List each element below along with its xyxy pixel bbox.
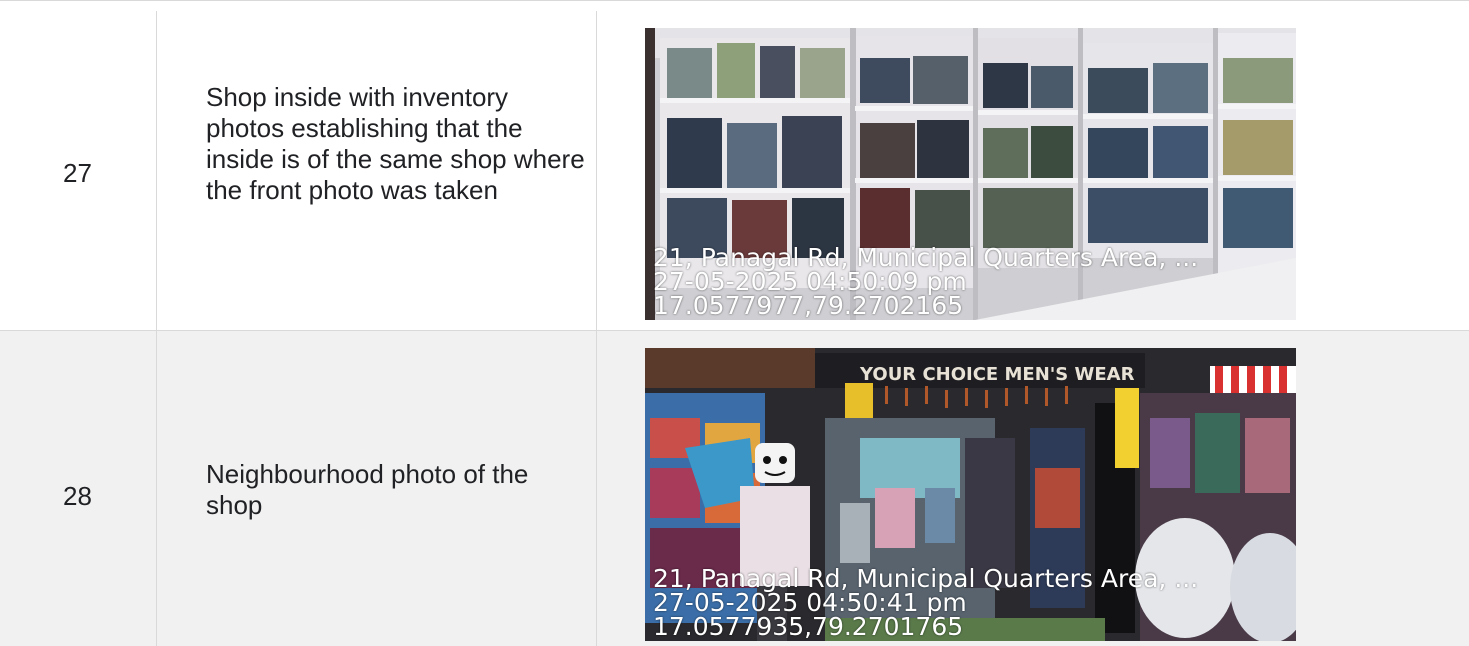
shop-neighbourhood-photo: YOUR CHOICE MEN'S WEAR 21, Panagal Rd, M… [645, 348, 1296, 641]
row-number-cell: 27 [0, 11, 157, 330]
evidence-table: 27 Shop inside with inventory photos est… [0, 0, 1469, 646]
shop-sign-text: YOUR CHOICE MEN'S WEAR [859, 364, 1135, 385]
description-cell: Shop inside with inventory photos establ… [157, 11, 597, 330]
shop-inside-photo: 21, Panagal Rd, Municipal Quarters Area,… [645, 28, 1296, 320]
row-number: 27 [63, 158, 92, 188]
stamp-coordinates: 17.0577935,79.2701765 [653, 612, 964, 641]
row-number: 28 [63, 481, 92, 511]
photo-cell: YOUR CHOICE MEN'S WEAR 21, Panagal Rd, M… [597, 331, 1469, 646]
photo-geo-stamp: 21, Panagal Rd, Municipal Quarters Area,… [653, 566, 1198, 641]
photo-cell: 21, Panagal Rd, Municipal Quarters Area,… [597, 11, 1469, 330]
row-description: Shop inside with inventory photos establ… [206, 82, 585, 205]
description-cell: Neighbourhood photo of the shop [157, 331, 597, 646]
row-number-cell: 28 [0, 331, 157, 646]
table-row: 27 Shop inside with inventory photos est… [0, 11, 1469, 331]
stamp-coordinates: 17.0577977,79.2702165 [653, 291, 964, 320]
table-row: 28 Neighbourhood photo of the shop YOUR … [0, 331, 1469, 646]
row-description: Neighbourhood photo of the shop [206, 459, 529, 520]
photo-geo-stamp: 21, Panagal Rd, Municipal Quarters Area,… [653, 245, 1198, 320]
